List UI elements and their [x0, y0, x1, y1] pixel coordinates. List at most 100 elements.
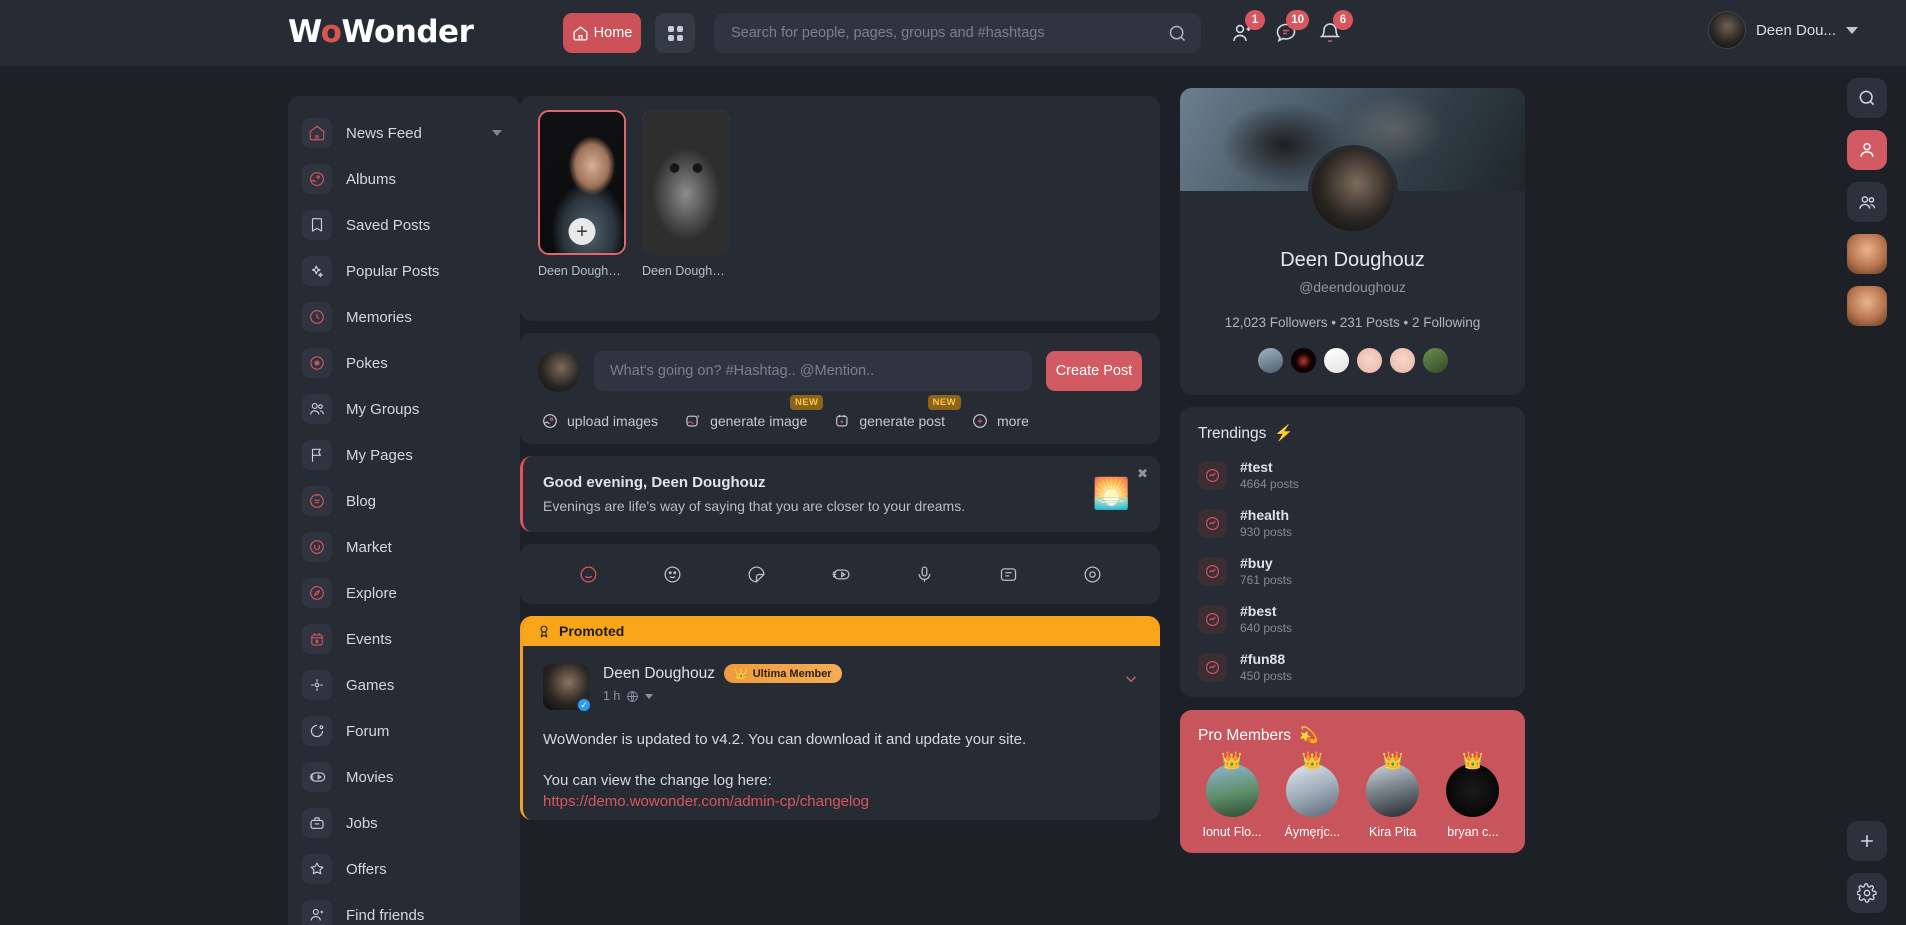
rail-settings-button[interactable]: [1847, 873, 1887, 913]
feeling-button[interactable]: [571, 557, 605, 591]
rail-add-icon: [1857, 831, 1877, 851]
trending-item[interactable]: #health 930 posts: [1198, 507, 1507, 539]
story-item[interactable]: Deen Doughouz: [642, 110, 730, 278]
pro-member-avatar: [1446, 764, 1500, 817]
home-button[interactable]: Home: [563, 13, 641, 53]
post-meta: 1 h: [603, 689, 842, 703]
trending-item[interactable]: #test 4664 posts: [1198, 459, 1507, 491]
composer-action-more[interactable]: more: [971, 412, 1029, 430]
friend-1[interactable]: [1255, 346, 1285, 375]
friend-requests-button[interactable]: 1: [1223, 10, 1265, 52]
post-options-chevron-icon[interactable]: [1122, 670, 1140, 688]
profile-avatar[interactable]: [1307, 145, 1398, 235]
friend-4[interactable]: [1354, 346, 1384, 375]
sidebar-item-blog[interactable]: Blog: [288, 478, 520, 524]
add-story-button[interactable]: +: [568, 218, 596, 245]
friend-3[interactable]: [1321, 346, 1351, 375]
compass-icon: [302, 578, 332, 608]
composer-action-generate-post[interactable]: generate post NEW: [833, 395, 961, 430]
profile-username: @deendoughouz: [1299, 279, 1406, 295]
new-badge: NEW: [927, 395, 961, 410]
sticker-button[interactable]: [739, 557, 773, 591]
rail-profile-button[interactable]: [1847, 130, 1887, 170]
sidebar-item-find-friends[interactable]: Find friends: [288, 892, 520, 925]
trending-tag: #fun88: [1240, 651, 1286, 667]
pro-members-list: 👑 Ionut Flo... 👑 Áymȩrjc... 👑 Kira Pita 👑 bryan…: [1198, 751, 1507, 839]
home-icon: [302, 118, 332, 148]
post-link[interactable]: https://demo.wowonder.com/admin-cp/chang…: [543, 793, 1140, 810]
rail-chat-avatar-1[interactable]: [1847, 234, 1887, 274]
rail-chat-avatar-2[interactable]: [1847, 286, 1887, 326]
sidebar-item-events[interactable]: Events: [288, 616, 520, 662]
user-menu[interactable]: Deen Dou...: [1707, 11, 1858, 49]
rail-friends-button[interactable]: [1847, 182, 1887, 222]
post-privacy-chevron-icon[interactable]: [645, 693, 654, 699]
sidebar-item-popular-posts[interactable]: Popular Posts: [288, 248, 520, 294]
top-header: WoWonder Home 1: [0, 0, 1906, 66]
sidebar-item-pokes[interactable]: Pokes: [288, 340, 520, 386]
lightning-icon: ⚡: [1274, 425, 1294, 442]
sidebar-item-memories[interactable]: Memories: [288, 294, 520, 340]
left-sidebar: News Feed Albums Saved Posts Popular Posts M…: [288, 96, 520, 925]
pro-member-item[interactable]: 👑 bryan c...: [1439, 751, 1507, 839]
sidebar-item-saved-posts[interactable]: Saved Posts: [288, 202, 520, 248]
story-item[interactable]: + Deen Doughouz: [538, 110, 626, 278]
rail-add-button[interactable]: [1847, 821, 1887, 861]
promoted-body: ✓ Deen Doughouz 👑 Ultima Member 1 h WoWo…: [523, 646, 1160, 820]
sidebar-item-my-pages[interactable]: My Pages: [288, 432, 520, 478]
pro-member-item[interactable]: 👑 Ionut Flo...: [1198, 751, 1266, 839]
close-icon[interactable]: ✖: [1137, 466, 1148, 482]
trending-item[interactable]: #buy 761 posts: [1198, 555, 1507, 587]
new-badge: NEW: [789, 395, 824, 410]
composer-action-upload-images[interactable]: upload images: [541, 412, 658, 430]
friend-2[interactable]: [1288, 346, 1318, 375]
post-author-name[interactable]: Deen Doughouz: [603, 665, 715, 683]
trend-chart-icon: [1198, 652, 1227, 682]
activity-icon: [662, 564, 683, 585]
pro-members-title: Pro Members: [1198, 726, 1292, 744]
friend-6[interactable]: [1420, 346, 1450, 375]
trending-tag: #buy: [1240, 555, 1273, 571]
trending-count: 930 posts: [1240, 525, 1293, 539]
wowonder-logo[interactable]: WoWonder: [288, 14, 474, 50]
post-input[interactable]: [594, 351, 1032, 391]
live-stream-button[interactable]: [823, 557, 857, 591]
sidebar-item-market[interactable]: Market: [288, 524, 520, 570]
composer-action-label: generate image: [710, 413, 808, 429]
rail-search-button[interactable]: [1847, 78, 1887, 118]
apps-grid-button[interactable]: [655, 13, 695, 53]
sidebar-item-offers[interactable]: Offers: [288, 846, 520, 892]
post-author-avatar[interactable]: ✓: [543, 664, 592, 713]
activity-button[interactable]: [655, 557, 689, 591]
gif-button[interactable]: [1075, 557, 1109, 591]
sidebar-item-news-feed[interactable]: News Feed: [288, 110, 520, 156]
composer-action-generate-image[interactable]: generate image NEW: [684, 395, 824, 430]
pro-member-item[interactable]: 👑 Áymȩrjc...: [1278, 751, 1346, 839]
voice-note-button[interactable]: [907, 557, 941, 591]
trending-item[interactable]: #best 640 posts: [1198, 603, 1507, 635]
sidebar-item-my-groups[interactable]: My Groups: [288, 386, 520, 432]
friend-5[interactable]: [1387, 346, 1417, 375]
pro-members-card: Pro Members 💫 👑 Ionut Flo... 👑 Áymȩrjc... 👑 K…: [1180, 710, 1525, 853]
search-input[interactable]: [714, 25, 1153, 41]
poll-button[interactable]: [991, 557, 1025, 591]
trendings-card: Trendings ⚡ #test 4664 posts #health 930 po…: [1180, 407, 1525, 697]
sidebar-item-label: Pokes: [346, 354, 388, 372]
sidebar-item-jobs[interactable]: Jobs: [288, 800, 520, 846]
messages-button[interactable]: 10: [1267, 10, 1309, 52]
sidebar-item-movies[interactable]: Movies: [288, 754, 520, 800]
star-offer-icon: [302, 854, 332, 884]
create-post-button[interactable]: Create Post: [1046, 351, 1142, 391]
sidebar-item-games[interactable]: Games: [288, 662, 520, 708]
sidebar-item-forum[interactable]: Forum: [288, 708, 520, 754]
chevron-down-icon[interactable]: [492, 130, 502, 136]
sidebar-item-explore[interactable]: Explore: [288, 570, 520, 616]
pro-member-item[interactable]: 👑 Kira Pita: [1359, 751, 1427, 839]
notifications-button[interactable]: 6: [1311, 10, 1353, 52]
sidebar-item-albums[interactable]: Albums: [288, 156, 520, 202]
crown-icon: 👑: [1462, 751, 1484, 770]
user-menu-label: Deen Dou...: [1755, 21, 1836, 39]
search-bar[interactable]: [714, 13, 1201, 53]
search-submit-button[interactable]: [1153, 23, 1201, 44]
trending-item[interactable]: #fun88 450 posts: [1198, 651, 1507, 683]
